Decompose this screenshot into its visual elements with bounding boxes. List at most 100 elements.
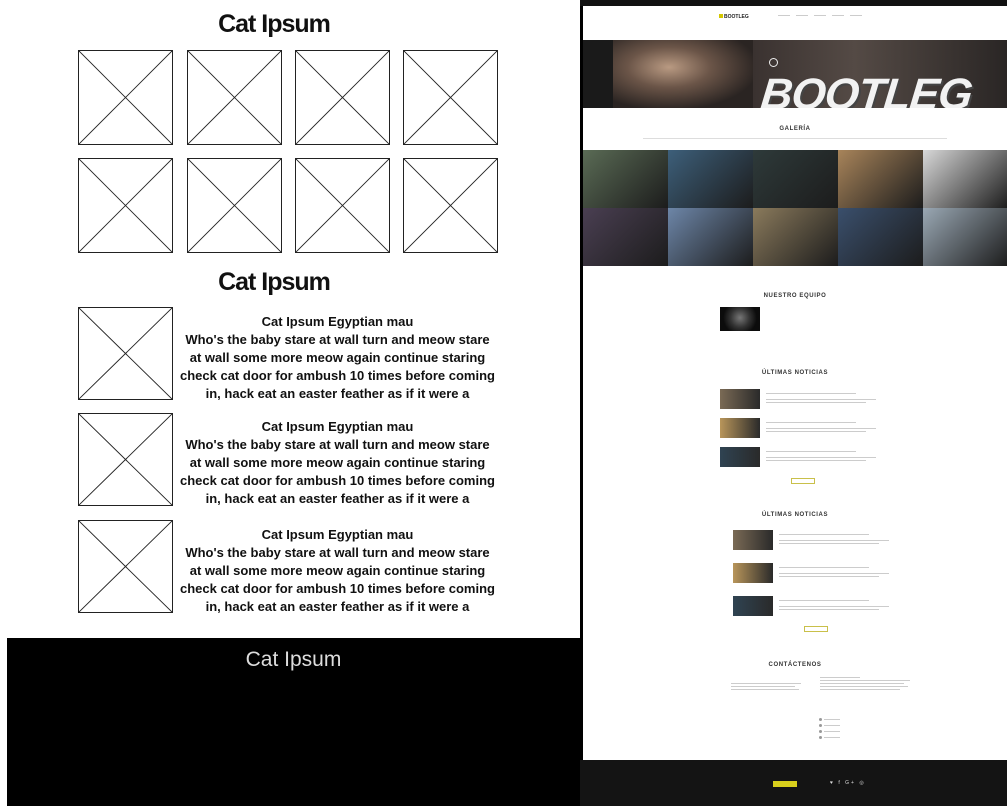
news-item[interactable] (733, 596, 893, 618)
news-item[interactable] (720, 418, 880, 440)
social-icons[interactable]: ♥ f G+ ◎ (830, 780, 866, 786)
news-thumbnail[interactable] (733, 596, 773, 616)
news-text-line (766, 428, 876, 429)
image-placeholder (78, 158, 173, 253)
logo-mark-icon (719, 14, 723, 18)
contact-section-title: CONTÁCTENOS (768, 662, 822, 668)
contact-line (824, 737, 840, 738)
gallery-image[interactable] (668, 208, 753, 266)
article-text: Cat Ipsum Egyptian mau Who's the baby st… (180, 313, 495, 403)
image-placeholder (295, 50, 390, 145)
news-text-line (766, 402, 866, 403)
contact-line (731, 683, 801, 684)
contact-line (820, 677, 860, 678)
mockup-nav-items (778, 15, 862, 16)
article-body: Who's the baby stare at wall turn and me… (180, 437, 495, 506)
contact-row (819, 736, 859, 739)
wireframe-footer: Cat Ipsum (7, 638, 580, 806)
gallery-image[interactable] (923, 208, 1007, 266)
mockup-page: BOOTLEG BOOTLEG GALERÍA NUESTRO EQUIPO Ú… (583, 6, 1007, 766)
news-text-line (779, 534, 869, 535)
article-heading: Cat Ipsum Egyptian mau (261, 419, 414, 434)
image-placeholder (187, 158, 282, 253)
clock-icon (819, 736, 822, 739)
news-text-line (779, 540, 889, 541)
contact-row (819, 718, 859, 721)
nav-item[interactable] (778, 15, 790, 16)
gallery-image[interactable] (753, 208, 838, 266)
hero-word: BOOTLEG (758, 70, 975, 108)
gallery-image[interactable] (923, 150, 1007, 208)
location-icon (819, 718, 822, 721)
gallery-image[interactable] (583, 208, 668, 266)
team-section-title: NUESTRO EQUIPO (763, 293, 827, 299)
article-text: Cat Ipsum Egyptian mau Who's the baby st… (180, 418, 495, 508)
mockup-navbar: BOOTLEG (583, 6, 1007, 40)
news-text-line (766, 457, 876, 458)
news-item[interactable] (733, 563, 893, 585)
subscribe-button[interactable] (773, 781, 797, 787)
news-text-line (766, 460, 866, 461)
gallery-image[interactable] (753, 150, 838, 208)
mockup-footer: ♥ f G+ ◎ (580, 760, 1007, 806)
image-placeholder (187, 50, 282, 145)
gallery-image[interactable] (838, 208, 923, 266)
article-heading: Cat Ipsum Egyptian mau (261, 527, 414, 542)
contact-line (820, 689, 900, 690)
mockup-logo[interactable]: BOOTLEG (719, 14, 749, 20)
article-image-placeholder (78, 413, 173, 506)
news-thumbnail[interactable] (733, 530, 773, 550)
mail-icon (819, 730, 822, 733)
news-text-line (779, 576, 879, 577)
news-item[interactable] (720, 389, 880, 411)
phone-icon (819, 724, 822, 727)
contact-line (820, 683, 904, 684)
article-image-placeholder (78, 307, 173, 400)
contact-line (731, 686, 795, 687)
news-text-line (779, 573, 889, 574)
news-text-line (766, 393, 856, 394)
nav-item[interactable] (850, 15, 862, 16)
contact-form (820, 677, 910, 692)
image-placeholder (403, 50, 498, 145)
wireframe-panel: Cat Ipsum Cat Ipsum Cat Ipsum Egyptian m… (0, 0, 580, 806)
news-thumbnail[interactable] (733, 563, 773, 583)
news-text-line (766, 399, 876, 400)
nav-item[interactable] (832, 15, 844, 16)
play-icon[interactable] (769, 58, 778, 67)
contact-line (824, 725, 840, 726)
nav-item[interactable] (814, 15, 826, 16)
mockup-hero-banner: BOOTLEG (583, 40, 1007, 108)
site-mockup-panel: BOOTLEG BOOTLEG GALERÍA NUESTRO EQUIPO Ú… (580, 0, 1007, 806)
articles-title: Cat Ipsum (218, 268, 331, 296)
news-text-line (779, 543, 879, 544)
contact-info (731, 683, 801, 692)
gallery-image[interactable] (583, 150, 668, 208)
contact-line (824, 719, 840, 720)
news-section-title-2: ÚLTIMAS NOTICIAS (761, 512, 829, 518)
article-image-placeholder (78, 520, 173, 613)
nav-item[interactable] (796, 15, 808, 16)
footer-title: Cat Ipsum (245, 648, 342, 671)
logo-text: BOOTLEG (724, 14, 749, 20)
contact-line (820, 680, 910, 681)
more-news-button[interactable] (791, 478, 815, 484)
article-body: Who's the baby stare at wall turn and me… (180, 545, 495, 614)
article-body: Who's the baby stare at wall turn and me… (180, 332, 495, 401)
contact-row (819, 730, 859, 733)
team-member-photo (720, 307, 760, 331)
news-thumbnail[interactable] (720, 447, 760, 467)
news-thumbnail[interactable] (720, 389, 760, 409)
news-item[interactable] (720, 447, 880, 469)
news-text-line (766, 422, 856, 423)
contact-line (820, 686, 908, 687)
news-text-line (779, 609, 879, 610)
news-item[interactable] (733, 530, 893, 552)
gallery-image[interactable] (838, 150, 923, 208)
more-news-button[interactable] (804, 626, 828, 632)
gallery-image[interactable] (668, 150, 753, 208)
news-section-title-1: ÚLTIMAS NOTICIAS (761, 370, 829, 376)
contact-row (819, 724, 859, 727)
gallery-title: Cat Ipsum (218, 10, 331, 38)
news-thumbnail[interactable] (720, 418, 760, 438)
